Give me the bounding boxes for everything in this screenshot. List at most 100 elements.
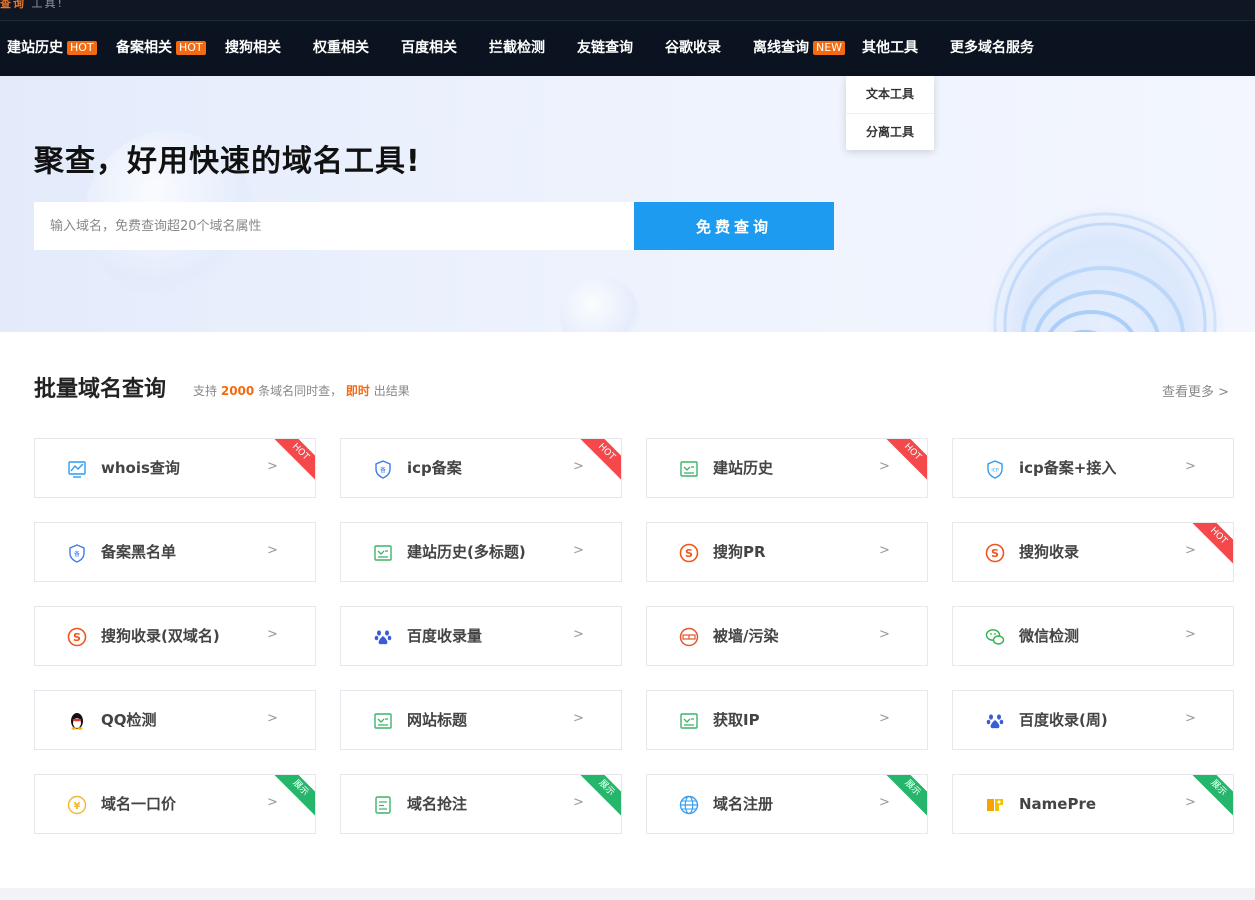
snipe-doc-icon: [375, 796, 391, 814]
svg-text:ICP: ICP: [991, 468, 998, 474]
domain-search-input[interactable]: [34, 202, 634, 250]
chevron-right-icon: >: [1185, 543, 1196, 558]
chevron-right-icon: >: [267, 795, 278, 810]
nav-item-weight[interactable]: 权重相关: [313, 21, 369, 76]
dropdown-item-text-tool[interactable]: 文本工具: [846, 76, 934, 113]
chevron-right-icon: >: [1185, 627, 1196, 642]
nav-item-sogou[interactable]: 搜狗相关: [225, 21, 281, 76]
tool-card-blocked[interactable]: 被墙/污染 >: [646, 606, 928, 666]
card-label: 搜狗收录(双域名): [101, 627, 220, 645]
card-label: 百度收录量: [407, 627, 483, 645]
tool-card-icp-blacklist[interactable]: 备 备案黑名单 >: [34, 522, 316, 582]
svg-text:S: S: [991, 547, 999, 560]
sogou-icon: S: [67, 627, 87, 647]
nav-item-icp[interactable]: 备案相关 HOT: [116, 21, 206, 76]
card-label: 网站标题: [407, 711, 468, 729]
svg-text:备: 备: [380, 466, 386, 474]
tool-card-domain-snipe[interactable]: 域名抢注 > 展示: [340, 774, 622, 834]
tool-card-icp[interactable]: 备 icp备案 > HOT: [340, 438, 622, 498]
icp-shield-icon: 备: [375, 460, 391, 479]
nav-item-other-tools[interactable]: 其他工具: [862, 21, 918, 76]
wechat-icon: [985, 629, 1005, 645]
chevron-right-icon: >: [879, 543, 890, 558]
sogou-icon: S: [985, 543, 1005, 563]
svg-text:S: S: [73, 631, 81, 644]
chevron-right-icon: >: [267, 627, 278, 642]
card-label: NamePre: [1019, 795, 1097, 813]
svg-text:¥: ¥: [74, 801, 81, 812]
chevron-right-icon: >: [879, 795, 890, 810]
decorative-swirl: [987, 206, 1223, 332]
tool-card-domain-fixed-price[interactable]: ¥ 域名一口价 > 展示: [34, 774, 316, 834]
svg-text:S: S: [685, 547, 693, 560]
tool-card-baidu-index[interactable]: 百度收录量 >: [340, 606, 622, 666]
other-tools-dropdown: 文本工具 分离工具: [846, 76, 934, 150]
footer-divider: [0, 888, 1255, 900]
tool-card-site-title[interactable]: 网站标题 >: [340, 690, 622, 750]
card-label: 搜狗收录: [1019, 543, 1080, 561]
chevron-right-icon: >: [1185, 459, 1196, 474]
tool-card-site-history[interactable]: 建站历史 > HOT: [646, 438, 928, 498]
free-query-button[interactable]: 免费查询: [634, 202, 834, 250]
tool-card-icp-access[interactable]: ICP icp备案+接入 >: [952, 438, 1234, 498]
section-subtitle: 支持 2000 条域名同时查， 即时 出结果: [193, 384, 410, 398]
hot-tag: HOT: [176, 41, 206, 55]
history-doc-icon: [374, 545, 392, 561]
chevron-right-icon: >: [1185, 711, 1196, 726]
card-label: 域名注册: [713, 795, 774, 813]
card-label: 建站历史(多标题): [407, 543, 526, 561]
card-label: icp备案: [407, 459, 462, 477]
yuan-coin-icon: ¥: [67, 795, 87, 815]
tool-card-site-history-multi[interactable]: 建站历史(多标题) >: [340, 522, 622, 582]
decorative-bubble: [560, 276, 640, 332]
tool-card-get-ip[interactable]: 获取IP >: [646, 690, 928, 750]
chevron-right-icon: >: [1185, 795, 1196, 810]
chevron-right-icon: >: [267, 543, 278, 558]
nav-item-site-history[interactable]: 建站历史 HOT: [7, 21, 97, 76]
hot-tag: HOT: [67, 41, 97, 55]
tool-card-whois[interactable]: whois查询 > HOT: [34, 438, 316, 498]
whois-chart-icon: [68, 461, 86, 478]
nav-item-block-check[interactable]: 拦截检测: [489, 21, 545, 76]
card-label: 获取IP: [713, 711, 760, 729]
card-label: 微信检测: [1019, 627, 1080, 645]
icp-badge-icon: ICP: [987, 460, 1003, 479]
card-label: 域名一口价: [101, 795, 177, 813]
tool-card-qq[interactable]: QQ检测 >: [34, 690, 316, 750]
tool-card-namepre[interactable]: NamePre > 展示: [952, 774, 1234, 834]
chevron-right-icon: >: [879, 711, 890, 726]
view-more-link[interactable]: 查看更多 >: [1162, 381, 1229, 400]
history-doc-icon: [680, 713, 698, 729]
chevron-right-icon: >: [879, 459, 890, 474]
card-label: 被墙/污染: [713, 627, 779, 645]
nav-item-offline[interactable]: 离线查询 NEW: [753, 21, 846, 76]
baidu-paw-icon: [986, 714, 1004, 729]
main-nav: 建站历史 HOT 备案相关 HOT 搜狗相关 权重相关 百度相关 拦截检测 友链查询…: [0, 21, 1255, 76]
tool-card-domain-register[interactable]: 域名注册 > 展示: [646, 774, 928, 834]
card-label: whois查询: [101, 459, 180, 477]
nav-item-baidu[interactable]: 百度相关: [401, 21, 457, 76]
globe-icon: [679, 795, 699, 815]
svg-text:备: 备: [74, 550, 80, 558]
card-label: 百度收录(周): [1019, 711, 1108, 729]
top-strip-text: 查询 工具!: [0, 0, 64, 10]
great-wall-icon: [679, 627, 699, 647]
chevron-right-icon: >: [573, 543, 584, 558]
tool-card-sogou-index[interactable]: S 搜狗收录 > HOT: [952, 522, 1234, 582]
tool-card-sogou-dual[interactable]: S 搜狗收录(双域名) >: [34, 606, 316, 666]
nav-item-google-index[interactable]: 谷歌收录: [665, 21, 721, 76]
tool-card-baidu-weekly[interactable]: 百度收录(周) >: [952, 690, 1234, 750]
section-title: 批量域名查询: [34, 377, 167, 402]
card-label: 备案黑名单: [101, 543, 177, 561]
hero-title: 聚查，好用快速的域名工具!: [34, 144, 421, 179]
top-strip: 查询 工具!: [0, 0, 1255, 21]
tool-card-sogou-pr[interactable]: S 搜狗PR >: [646, 522, 928, 582]
nav-item-friend-links[interactable]: 友链查询: [577, 21, 633, 76]
baidu-paw-icon: [374, 630, 392, 645]
card-label: 建站历史: [713, 459, 774, 477]
dropdown-item-split-tool[interactable]: 分离工具: [846, 113, 934, 150]
chevron-right-icon: >: [267, 711, 278, 726]
tool-card-wechat[interactable]: 微信检测 >: [952, 606, 1234, 666]
nav-item-more-domain[interactable]: 更多域名服务: [950, 21, 1034, 76]
card-label: QQ检测: [101, 711, 157, 729]
